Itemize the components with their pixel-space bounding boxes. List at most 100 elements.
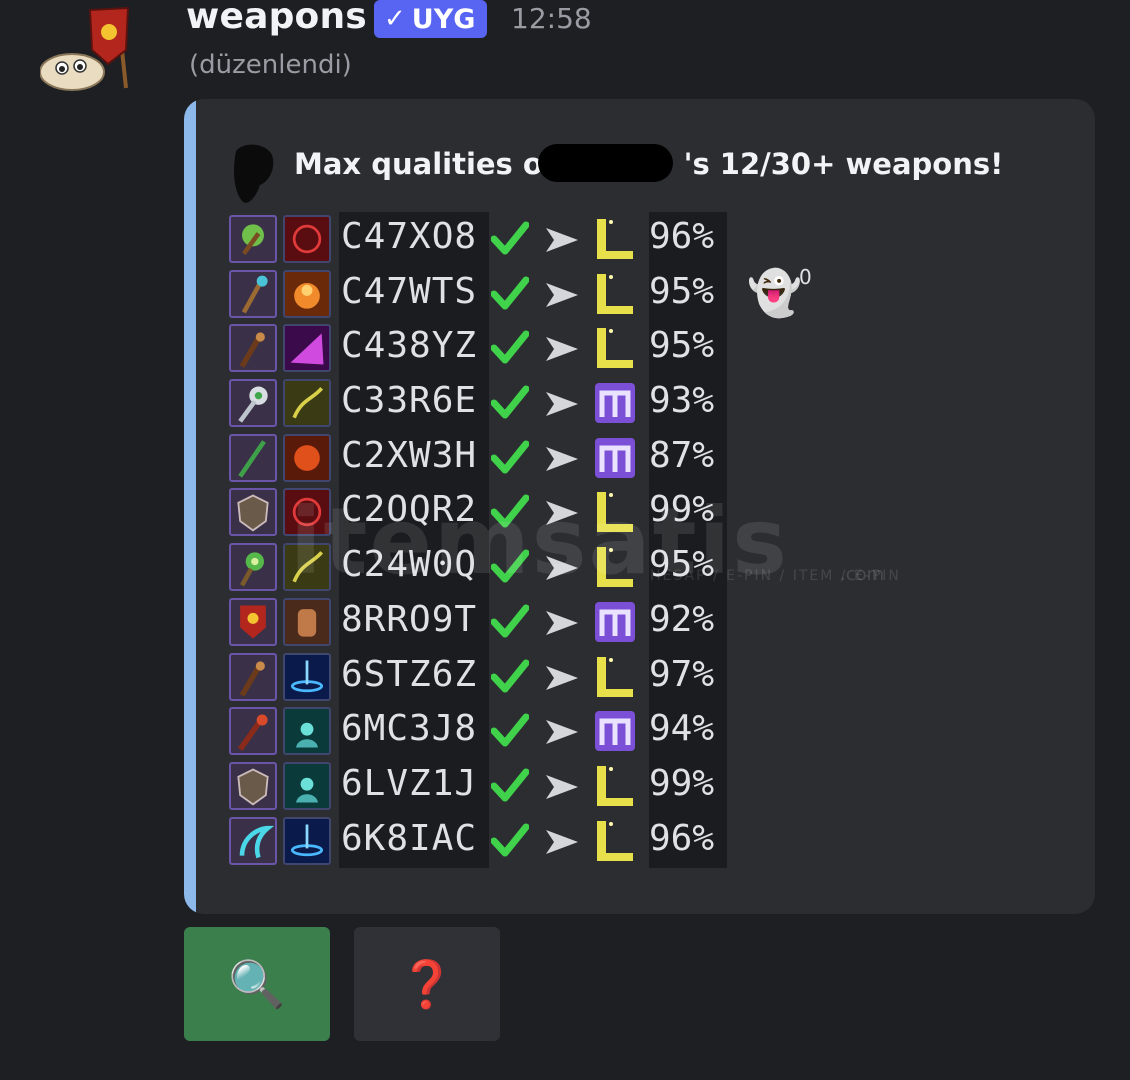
- weapon-row: C33R6E 93%: [229, 376, 749, 431]
- quality-percent: 87%: [649, 434, 715, 476]
- check-icon: ✓: [384, 4, 406, 34]
- title-suffix: 's 12/30+ weapons!: [683, 147, 1004, 181]
- legendary-tier-icon: [593, 545, 637, 589]
- checkmark-icon: [490, 823, 530, 859]
- skill-icon: [283, 433, 331, 482]
- mythic-tier-icon: [593, 381, 637, 425]
- arrow-icon: [544, 609, 580, 637]
- weapon-icon: [229, 433, 277, 482]
- quality-percent: 97%: [649, 653, 715, 695]
- redaction-mark: [538, 144, 673, 182]
- weapon-icon: [229, 324, 277, 373]
- checkmark-icon: [490, 330, 530, 366]
- legendary-tier-icon: [593, 819, 637, 863]
- weapon-row: C2XW3H 87%: [229, 430, 749, 486]
- checkmark-icon: [490, 604, 530, 640]
- weapon-code: C2OQR2: [341, 489, 478, 531]
- embed-card: Max qualities of 's 12/30+ weapons! C47X…: [184, 99, 1095, 914]
- app-tag: ✓ UYG: [374, 0, 488, 38]
- weapon-code: 6LVZ1J: [341, 762, 478, 804]
- question-icon: ❓: [398, 956, 456, 1011]
- weapon-row: 6K8IAC 96%: [229, 813, 749, 869]
- weapon-icon: [229, 215, 277, 263]
- weapon-code: C47WTS: [341, 270, 478, 312]
- weapon-code: C438YZ: [341, 325, 478, 367]
- weapon-code: 6MC3J8: [341, 708, 478, 750]
- watermark-domain: .com: [840, 564, 885, 585]
- quality-percent: 93%: [649, 380, 715, 422]
- quality-percent: 99%: [649, 489, 715, 531]
- checkmark-icon: [490, 221, 530, 257]
- weapon-row: C47XO8 96%: [229, 212, 749, 267]
- weapon-icon: [229, 488, 277, 537]
- bot-avatar[interactable]: [39, 6, 140, 96]
- legendary-tier-icon: [593, 490, 637, 534]
- author-name[interactable]: weapons: [186, 0, 367, 37]
- embed-author-icon: [230, 141, 276, 209]
- magnifier-icon: 🔍: [228, 956, 286, 1011]
- weapon-list: C47XO8 96% C47WTS 95% 👻 0 C438YZ 95% C33R6E 93% C2…: [229, 212, 812, 869]
- arrow-icon: [544, 335, 580, 363]
- arrow-icon: [544, 390, 580, 418]
- weapon-icon: [229, 269, 277, 318]
- weapon-row: 6MC3J8 94%: [229, 704, 749, 759]
- skill-icon: [283, 652, 331, 701]
- arrow-icon: [544, 554, 580, 582]
- weapon-row: 6LVZ1J 99%: [229, 758, 749, 814]
- weapon-icon: [229, 379, 277, 428]
- mythic-tier-icon: [593, 709, 637, 753]
- checkmark-icon: [490, 713, 530, 749]
- checkmark-icon: [490, 494, 530, 530]
- weapon-row: C2OQR2 99%: [229, 485, 749, 541]
- arrow-icon: [544, 664, 580, 692]
- weapon-row: C47WTS 95% 👻 0: [229, 265, 812, 322]
- weapon-code: 8RRO9T: [341, 598, 478, 640]
- timestamp[interactable]: 12:58: [511, 2, 592, 35]
- ghost-count: 0: [799, 264, 812, 289]
- skill-icon: [283, 597, 331, 646]
- quality-percent: 94%: [649, 708, 715, 750]
- title-prefix: Max qualities of: [294, 147, 566, 181]
- weapon-code: 6STZ6Z: [341, 653, 478, 695]
- weapon-icon: [229, 761, 277, 810]
- quality-percent: 95%: [649, 325, 715, 367]
- weapon-code: C24W0Q: [341, 544, 478, 586]
- search-button[interactable]: 🔍: [184, 927, 330, 1041]
- quality-percent: 96%: [649, 216, 715, 257]
- arrow-icon: [544, 499, 580, 527]
- arrow-icon: [544, 281, 580, 309]
- quality-percent: 96%: [649, 817, 715, 859]
- skill-icon: [283, 379, 331, 428]
- checkmark-icon: [490, 768, 530, 804]
- arrow-icon: [544, 773, 580, 801]
- weapon-code: C2XW3H: [341, 434, 478, 476]
- ghost-icon[interactable]: 👻: [747, 267, 802, 321]
- checkmark-icon: [490, 549, 530, 585]
- skill-icon: [283, 816, 331, 865]
- weapon-icon: [229, 707, 277, 756]
- checkmark-icon: [490, 385, 530, 421]
- checkmark-icon: [490, 276, 530, 312]
- arrow-icon: [544, 445, 580, 473]
- weapon-icon: [229, 652, 277, 701]
- skill-icon: [283, 324, 331, 373]
- mythic-tier-icon: [593, 436, 637, 480]
- skill-icon: [283, 707, 331, 756]
- mythic-tier-icon: [593, 600, 637, 644]
- weapon-row: C438YZ 95%: [229, 321, 749, 377]
- help-button[interactable]: ❓: [354, 927, 500, 1041]
- skill-icon: [283, 215, 331, 263]
- edited-label: (düzenlendi): [189, 50, 352, 80]
- legendary-tier-icon: [593, 272, 637, 316]
- checkmark-icon: [490, 440, 530, 476]
- arrow-icon: [544, 718, 580, 746]
- quality-percent: 99%: [649, 762, 715, 804]
- legendary-tier-icon: [593, 764, 637, 808]
- weapon-row: 8RRO9T 92%: [229, 594, 749, 650]
- legendary-tier-icon: [593, 217, 637, 261]
- weapon-icon: [229, 816, 277, 865]
- checkmark-icon: [490, 659, 530, 695]
- weapon-code: C33R6E: [341, 380, 478, 422]
- legendary-tier-icon: [593, 655, 637, 699]
- weapon-code: C47XO8: [341, 216, 478, 257]
